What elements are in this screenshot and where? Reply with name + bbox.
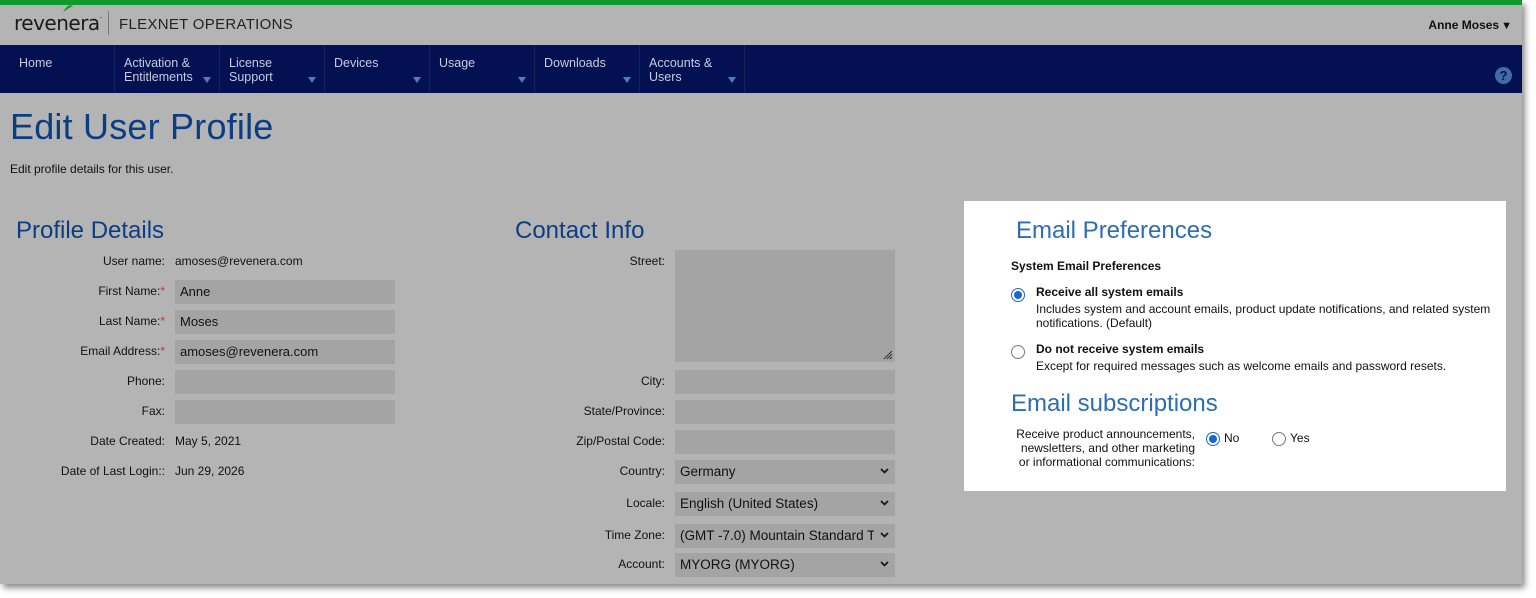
phone-field[interactable] — [175, 370, 395, 394]
nav-item-downloads[interactable]: Downloads — [535, 45, 640, 93]
street-label: Street: — [629, 254, 665, 268]
user-name: Anne Moses — [1428, 18, 1500, 32]
nav-item-accounts-users[interactable]: Accounts & Users — [640, 45, 745, 93]
leaf-icon — [63, 5, 73, 12]
app-header: revenera. FLEXNET OPERATIONS Anne Moses ▼ — [0, 5, 1522, 45]
do-not-receive-description: Except for required messages such as wel… — [1036, 359, 1447, 373]
chevron-down-icon — [880, 561, 889, 567]
subscriptions-no-radio[interactable] — [1206, 432, 1220, 446]
last-login-value: Jun 29, 2026 — [175, 464, 245, 478]
subscriptions-question: Receive product announcements, newslette… — [1016, 427, 1195, 469]
phone-label: Phone: — [126, 374, 165, 388]
locale-select-value: English (United States) — [680, 496, 819, 511]
dropdown-arrow-icon — [413, 77, 421, 83]
system-email-heading: System Email Preferences — [1011, 259, 1162, 273]
date-created-value: May 5, 2021 — [175, 434, 242, 448]
city-field[interactable] — [675, 370, 895, 394]
nav-item-label: Activation & Entitlements — [124, 56, 193, 84]
subscriptions-yes-radio[interactable] — [1272, 432, 1286, 446]
nav-item-label: Downloads — [544, 56, 606, 70]
email-address-label-text: Email Address: — [80, 344, 161, 358]
username-label: User name: — [102, 254, 165, 268]
receive-all-label[interactable]: Receive all system emails — [1036, 285, 1183, 299]
first-name-label: First Name:* — [20, 284, 165, 298]
contact-info-title: Contact Info — [515, 217, 645, 244]
first-name-field[interactable]: Anne — [175, 280, 395, 304]
chevron-down-icon — [880, 468, 889, 474]
page-subtitle: Edit profile details for this user. — [10, 162, 174, 176]
country-select-value: Germany — [680, 464, 736, 479]
last-name-field[interactable]: Moses — [175, 310, 395, 334]
nav-item-license-support[interactable]: License Support — [220, 45, 325, 93]
nav-item-devices[interactable]: Devices — [325, 45, 430, 93]
nav-item-label: Accounts & Users — [649, 56, 713, 84]
dropdown-arrow-icon — [308, 77, 316, 83]
subscriptions-yes-label[interactable]: Yes — [1290, 431, 1310, 445]
last-login-label: Date of Last Login:: — [60, 464, 165, 478]
dropdown-arrow-icon — [728, 77, 736, 83]
email-preferences-panel: Email Preferences System Email Preferenc… — [964, 201, 1506, 491]
timezone-select[interactable]: (GMT -7.0) Mountain Standard Time — [675, 524, 895, 548]
nav-item-label: Usage — [439, 56, 476, 70]
help-icon[interactable]: ? — [1495, 67, 1512, 84]
account-label: Account: — [618, 557, 665, 571]
country-label: Country: — [619, 464, 665, 478]
dropdown-arrow-icon — [518, 77, 526, 83]
account-select[interactable]: MYORG (MYORG) — [675, 553, 895, 577]
last-name-label-text: Last Name: — [98, 314, 161, 328]
header-divider — [108, 11, 109, 35]
user-menu[interactable]: Anne Moses ▼ — [1428, 18, 1512, 32]
zip-field[interactable] — [675, 430, 895, 454]
logo-text: revenera — [14, 11, 100, 35]
logo-mark: . — [99, 11, 103, 20]
product-name: FLEXNET OPERATIONS — [119, 16, 294, 33]
profile-details-title: Profile Details — [16, 217, 165, 244]
receive-all-description: Includes system and account emails, prod… — [1036, 302, 1491, 330]
chevron-down-icon — [880, 500, 889, 506]
email-preferences-title: Email Preferences — [1016, 217, 1213, 244]
street-textarea[interactable] — [675, 250, 895, 362]
state-label: State/Province: — [583, 404, 665, 418]
first-name-label-text: First Name: — [98, 284, 161, 298]
nav-item-usage[interactable]: Usage — [430, 45, 535, 93]
email-address-label: Email Address:* — [20, 344, 165, 358]
caret-down-icon: ▼ — [1501, 20, 1512, 32]
nav-item-label: License Support — [229, 56, 273, 84]
nav-item-home[interactable]: Home — [10, 45, 115, 93]
dropdown-arrow-icon — [623, 77, 631, 83]
required-mark: * — [160, 284, 165, 298]
nav-item-label: Devices — [334, 56, 379, 70]
city-label: City: — [641, 374, 665, 388]
nav-item-label: Home — [19, 56, 53, 70]
dropdown-arrow-icon — [203, 77, 211, 83]
locale-select[interactable]: English (United States) — [675, 492, 895, 516]
required-mark: * — [160, 344, 165, 358]
receive-all-radio[interactable] — [1011, 288, 1025, 302]
nav-item-activation-entitlements[interactable]: Activation & Entitlements — [115, 45, 220, 93]
date-created-label: Date Created: — [90, 434, 165, 448]
subscriptions-no-label[interactable]: No — [1224, 431, 1239, 445]
timezone-select-value: (GMT -7.0) Mountain Standard Time — [680, 528, 874, 543]
resize-grip-icon[interactable] — [881, 348, 893, 360]
state-field[interactable] — [675, 400, 895, 424]
revenera-logo[interactable]: revenera. — [14, 5, 103, 35]
last-name-label: Last Name:* — [20, 314, 165, 328]
username-value: amoses@revenera.com — [175, 254, 303, 268]
fax-label: Fax: — [141, 404, 165, 418]
locale-label: Locale: — [626, 496, 665, 510]
email-subscriptions-title: Email subscriptions — [1011, 390, 1218, 417]
zip-label: Zip/Postal Code: — [576, 434, 665, 448]
account-select-value: MYORG (MYORG) — [680, 557, 795, 572]
do-not-receive-radio[interactable] — [1011, 345, 1025, 359]
fax-field[interactable] — [175, 400, 395, 424]
country-select[interactable]: Germany — [675, 460, 895, 484]
email-address-field[interactable]: amoses@revenera.com — [175, 340, 395, 364]
do-not-receive-label[interactable]: Do not receive system emails — [1036, 342, 1204, 356]
page-title: Edit User Profile — [10, 106, 274, 147]
timezone-label: Time Zone: — [604, 528, 665, 542]
app-window: revenera. FLEXNET OPERATIONS Anne Moses ▼… — [0, 0, 1522, 584]
chevron-down-icon — [880, 532, 889, 538]
required-mark: * — [160, 314, 165, 328]
main-nav: Home Activation & Entitlements License S… — [0, 45, 1522, 93]
